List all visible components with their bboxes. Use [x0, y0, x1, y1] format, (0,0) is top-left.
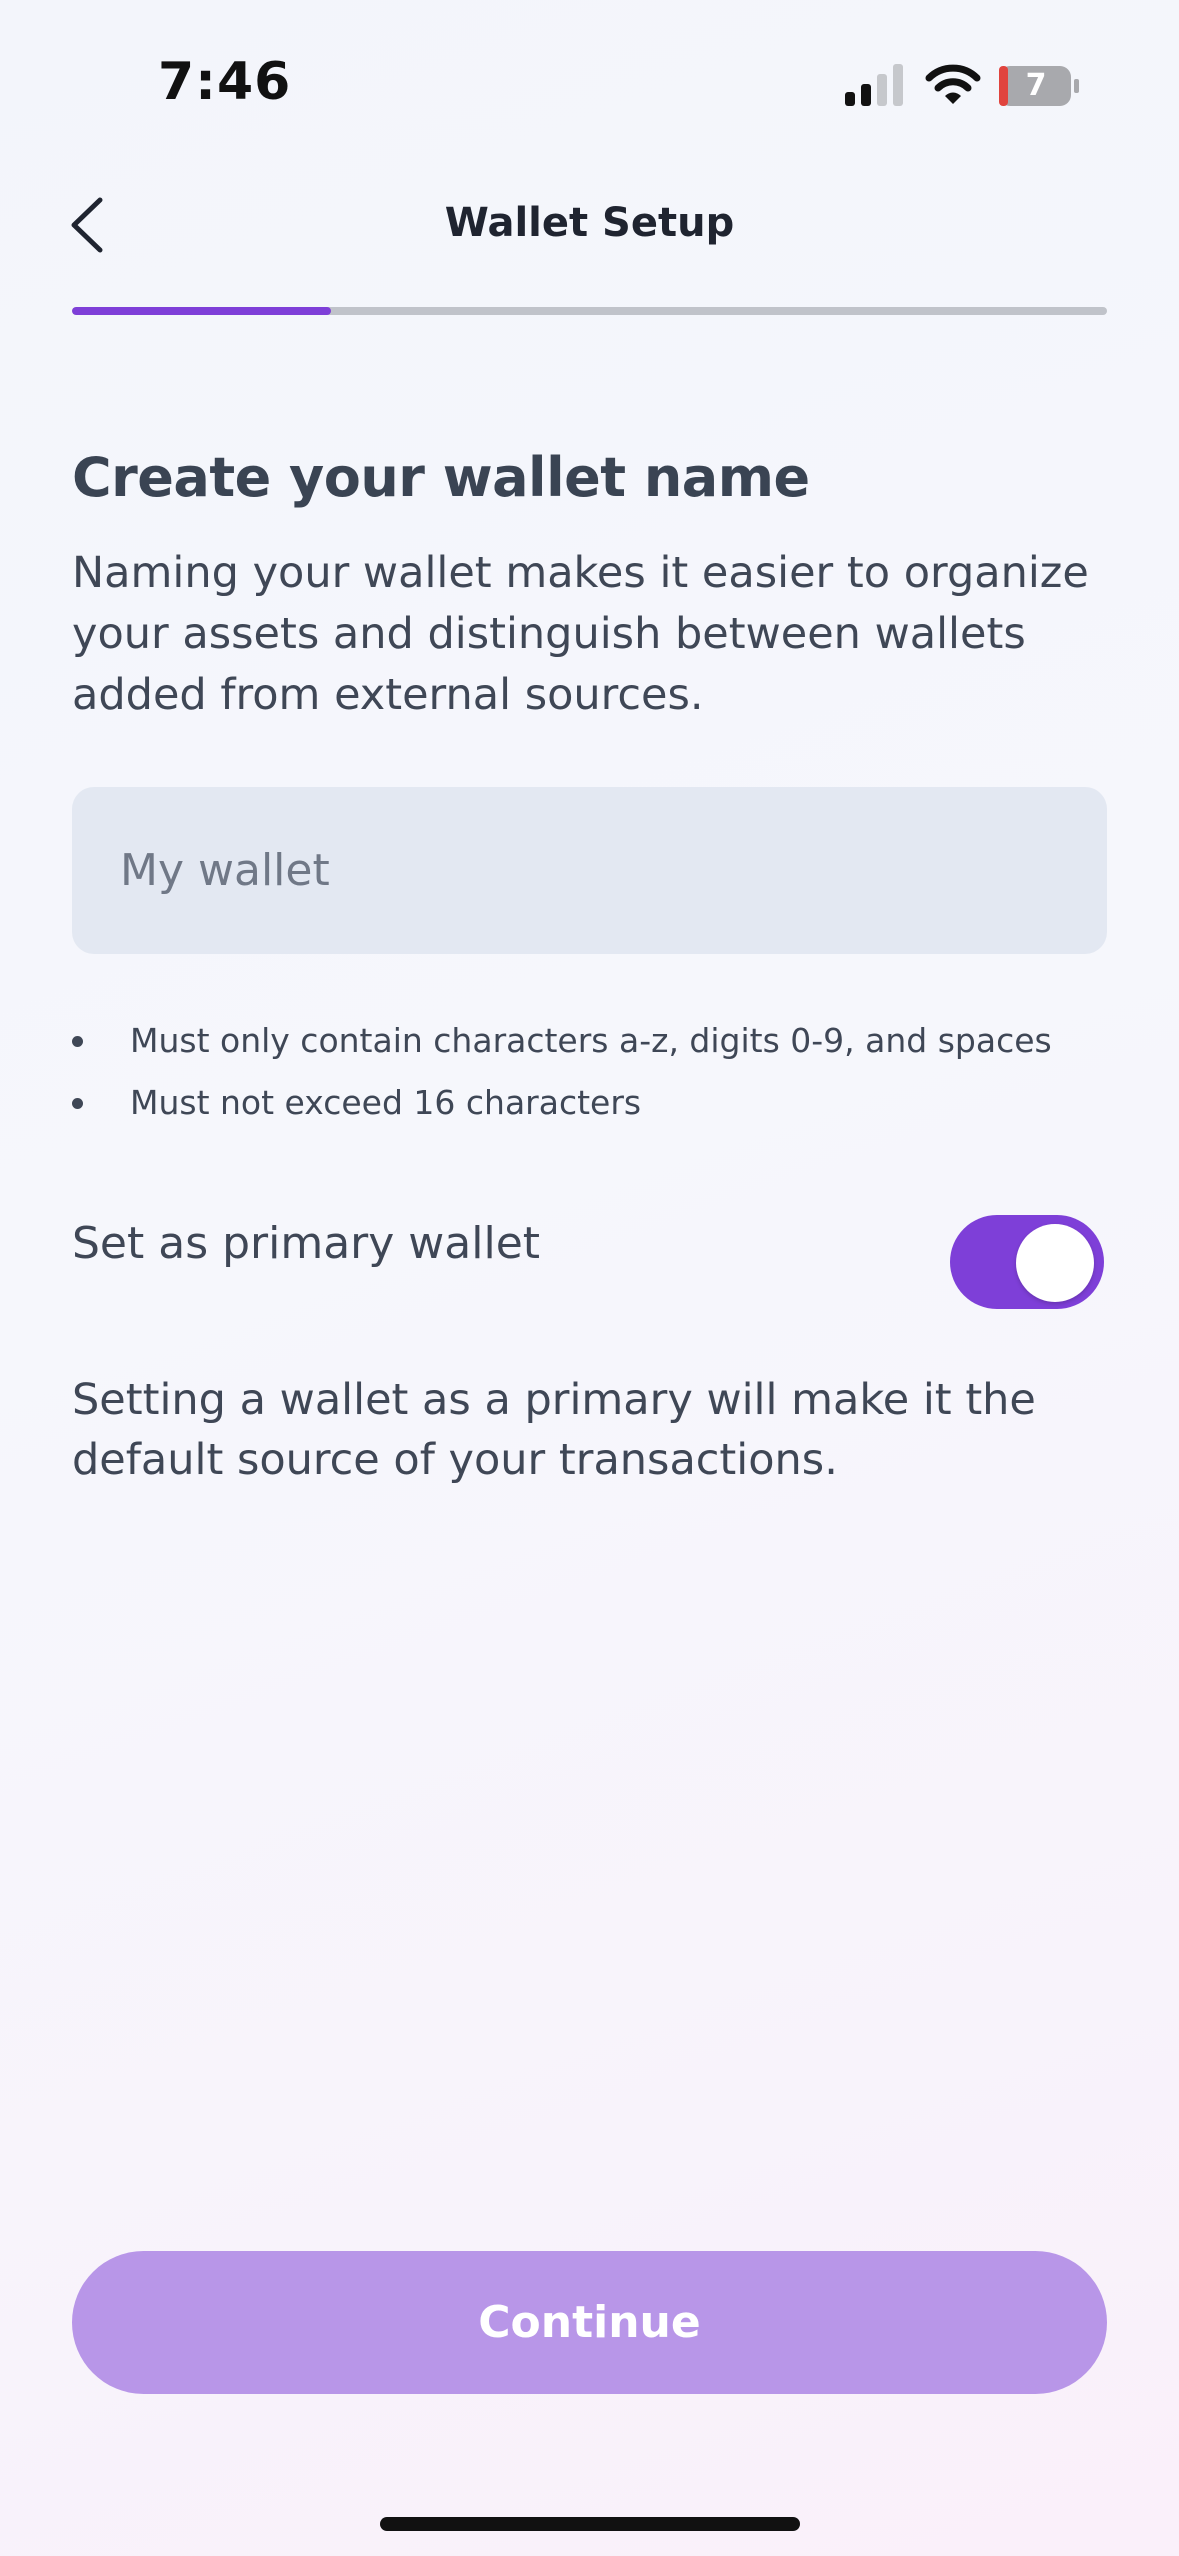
progress-bar: [72, 307, 1107, 315]
validation-rules: Must only contain characters a-z, digits…: [72, 1010, 1132, 1134]
home-indicator: [380, 2517, 800, 2531]
continue-button[interactable]: Continue: [72, 2251, 1107, 2394]
signal-icon: [845, 64, 903, 106]
rule-item: Must not exceed 16 characters: [72, 1072, 1132, 1134]
rule-text: Must only contain characters a-z, digits…: [130, 1021, 1052, 1060]
wallet-name-input[interactable]: [72, 787, 1107, 954]
status-time: 7:46: [158, 52, 292, 112]
primary-wallet-label: Set as primary wallet: [72, 1218, 541, 1269]
primary-wallet-toggle[interactable]: [950, 1215, 1104, 1309]
rule-text: Must not exceed 16 characters: [130, 1083, 642, 1122]
bullet-icon: [72, 1098, 83, 1109]
status-bar: 7:46 7: [0, 0, 1179, 150]
bullet-icon: [72, 1036, 83, 1047]
page-title: Wallet Setup: [444, 200, 735, 246]
progress-fill: [72, 307, 331, 315]
primary-wallet-note: Setting a wallet as a primary will make …: [72, 1375, 1036, 1485]
rule-item: Must only contain characters a-z, digits…: [72, 1010, 1132, 1072]
section-heading: Create your wallet name: [72, 446, 810, 509]
battery-level: 7: [1025, 68, 1047, 103]
section-description: Naming your wallet makes it easier to or…: [72, 548, 1089, 720]
toggle-knob: [1016, 1224, 1094, 1302]
wifi-icon: [925, 64, 981, 104]
